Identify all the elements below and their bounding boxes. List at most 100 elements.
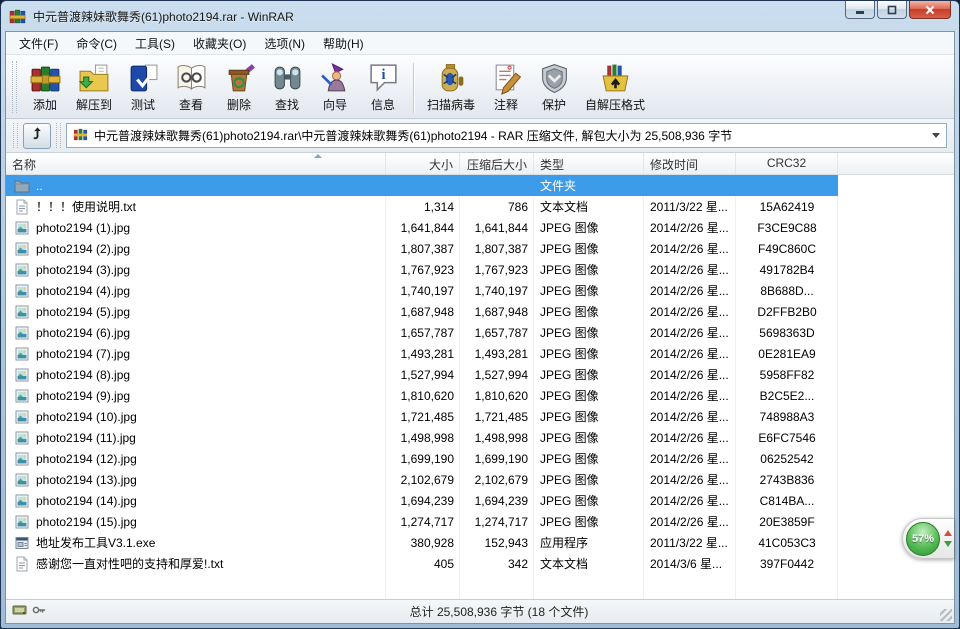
file-row-13[interactable]: photo2194 (12).jpg1,699,1901,699,190JPEG… bbox=[6, 448, 838, 469]
file-row-10[interactable]: photo2194 (9).jpg1,810,6201,810,620JPEG … bbox=[6, 385, 838, 406]
jpeg-file-icon bbox=[14, 514, 30, 530]
floating-speed-ball-widget[interactable]: 57% bbox=[902, 518, 954, 559]
toolbar-button-label: 信息 bbox=[371, 96, 395, 113]
file-row-6[interactable]: photo2194 (5).jpg1,687,9481,687,948JPEG … bbox=[6, 301, 838, 322]
file-row-18[interactable]: 感谢您一直对性吧的支持和厚爱!.txt405342文本文档2014/3/6 星.… bbox=[6, 553, 838, 574]
file-crc-cell: 397F0442 bbox=[736, 557, 838, 571]
file-crc-cell: 41C053C3 bbox=[736, 536, 838, 550]
toolbar-button-sfx[interactable]: 自解压格式 bbox=[578, 59, 652, 115]
file-size-cell: 1,767,923 bbox=[386, 263, 460, 277]
file-row-5[interactable]: photo2194 (4).jpg1,740,1971,740,197JPEG … bbox=[6, 280, 838, 301]
toolbar-button-virus-scan[interactable]: 扫描病毒 bbox=[420, 59, 482, 115]
column-header-4[interactable]: 修改时间 bbox=[644, 153, 736, 174]
jpeg-file-icon bbox=[14, 220, 30, 236]
column-header-3[interactable]: 类型 bbox=[534, 153, 644, 174]
file-type-cell: 文件夹 bbox=[534, 177, 644, 194]
file-row-0[interactable]: ..文件夹 bbox=[6, 175, 838, 196]
file-row-4[interactable]: photo2194 (3).jpg1,767,9231,767,923JPEG … bbox=[6, 259, 838, 280]
file-packed-cell: 1,527,994 bbox=[460, 368, 534, 382]
file-size-cell: 1,807,387 bbox=[386, 242, 460, 256]
file-row-9[interactable]: photo2194 (8).jpg1,527,9941,527,994JPEG … bbox=[6, 364, 838, 385]
toolbar-button-delete[interactable]: 删除 bbox=[215, 59, 263, 115]
menu-item-2[interactable]: 工具(S) bbox=[126, 32, 184, 55]
toolbar-button-info[interactable]: i信息 bbox=[359, 59, 407, 115]
jpeg-file-icon bbox=[14, 346, 30, 362]
file-name-cell: photo2194 (2).jpg bbox=[6, 241, 386, 257]
file-row-12[interactable]: photo2194 (11).jpg1,498,9981,498,998JPEG… bbox=[6, 427, 838, 448]
toolbar-button-label: 查找 bbox=[275, 96, 299, 113]
file-modified-cell: 2014/2/26 星... bbox=[644, 513, 736, 530]
file-size-cell: 1,721,485 bbox=[386, 410, 460, 424]
file-size-cell: 2,102,679 bbox=[386, 473, 460, 487]
title-bar[interactable]: 中元普渡辣妹歌舞秀(61)photo2194.rar - WinRAR bbox=[1, 1, 959, 31]
column-header-0[interactable]: 名称 bbox=[6, 153, 386, 174]
toolbar-button-label: 保护 bbox=[542, 96, 566, 113]
archive-path-combobox[interactable]: 中元普渡辣妹歌舞秀(61)photo2194.rar\中元普渡辣妹歌舞秀(61)… bbox=[66, 123, 947, 148]
file-row-15[interactable]: photo2194 (14).jpg1,694,2391,694,239JPEG… bbox=[6, 490, 838, 511]
chevron-down-icon[interactable] bbox=[932, 133, 940, 138]
up-one-level-button[interactable] bbox=[23, 123, 51, 149]
file-row-16[interactable]: photo2194 (15).jpg1,274,7171,274,717JPEG… bbox=[6, 511, 838, 532]
toolbar-button-protect[interactable]: 保护 bbox=[530, 59, 578, 115]
file-row-11[interactable]: photo2194 (10).jpg1,721,4851,721,485JPEG… bbox=[6, 406, 838, 427]
file-row-3[interactable]: photo2194 (2).jpg1,807,3871,807,387JPEG … bbox=[6, 238, 838, 259]
menu-item-3[interactable]: 收藏夹(O) bbox=[184, 32, 255, 55]
toolbar-button-extract-to[interactable]: 解压到 bbox=[69, 59, 119, 115]
file-row-7[interactable]: photo2194 (6).jpg1,657,7871,657,787JPEG … bbox=[6, 322, 838, 343]
percent-ball[interactable]: 57% bbox=[906, 522, 940, 556]
toolbar-button-test-archive[interactable]: 测试 bbox=[119, 59, 167, 115]
menu-item-5[interactable]: 帮助(H) bbox=[314, 32, 373, 55]
delete-icon bbox=[223, 62, 256, 95]
drive-icon[interactable] bbox=[12, 602, 31, 621]
file-modified-cell: 2014/2/26 星... bbox=[644, 387, 736, 404]
toolbar-button-find[interactable]: 查找 bbox=[263, 59, 311, 115]
toolbar-button-add-archive[interactable]: 添加 bbox=[21, 59, 69, 115]
file-modified-cell: 2014/2/26 星... bbox=[644, 324, 736, 341]
text-file-icon bbox=[14, 556, 30, 572]
file-list: 名称大小压缩后大小类型修改时间CRC32 ..文件夹！！！使用说明.txt1,3… bbox=[6, 153, 954, 599]
file-size-cell: 1,314 bbox=[386, 200, 460, 214]
column-header-5[interactable]: CRC32 bbox=[736, 153, 838, 174]
file-packed-cell: 1,657,787 bbox=[460, 326, 534, 340]
file-row-1[interactable]: ！！！使用说明.txt1,314786文本文档2011/3/22 星...15A… bbox=[6, 196, 838, 217]
file-name-cell: photo2194 (7).jpg bbox=[6, 346, 386, 362]
file-row-2[interactable]: photo2194 (1).jpg1,641,8441,641,844JPEG … bbox=[6, 217, 838, 238]
download-arrow-icon bbox=[944, 541, 952, 547]
menu-item-4[interactable]: 选项(N) bbox=[255, 32, 314, 55]
file-row-14[interactable]: photo2194 (13).jpg2,102,6792,102,679JPEG… bbox=[6, 469, 838, 490]
text-file-icon bbox=[14, 199, 30, 215]
jpeg-file-icon bbox=[14, 409, 30, 425]
archive-path-text: 中元普渡辣妹歌舞秀(61)photo2194.rar\中元普渡辣妹歌舞秀(61)… bbox=[94, 127, 732, 144]
file-packed-cell: 1,767,923 bbox=[460, 263, 534, 277]
toolbar-button-wizard[interactable]: 向导 bbox=[311, 59, 359, 115]
file-crc-cell: 748988A3 bbox=[736, 410, 838, 424]
file-row-17[interactable]: 地址发布工具V3.1.exe380,928152,943应用程序2011/3/2… bbox=[6, 532, 838, 553]
file-name-cell: photo2194 (5).jpg bbox=[6, 304, 386, 320]
menu-item-1[interactable]: 命令(C) bbox=[67, 32, 126, 55]
menu-item-0[interactable]: 文件(F) bbox=[10, 32, 67, 55]
resize-grip[interactable] bbox=[940, 609, 952, 621]
column-header-1[interactable]: 大小 bbox=[386, 153, 460, 174]
close-button[interactable] bbox=[909, 1, 951, 19]
toolbar-button-comment[interactable]: 注释 bbox=[482, 59, 530, 115]
file-name-cell: ！！！使用说明.txt bbox=[6, 198, 386, 215]
file-row-8[interactable]: photo2194 (7).jpg1,493,2811,493,281JPEG … bbox=[6, 343, 838, 364]
file-packed-cell: 342 bbox=[460, 557, 534, 571]
column-header-2[interactable]: 压缩后大小 bbox=[460, 153, 534, 174]
jpeg-file-icon bbox=[14, 325, 30, 341]
file-size-cell: 1,657,787 bbox=[386, 326, 460, 340]
file-packed-cell: 1,694,239 bbox=[460, 494, 534, 508]
file-size-cell: 1,274,717 bbox=[386, 515, 460, 529]
minimize-button[interactable] bbox=[845, 1, 875, 19]
file-name-text: photo2194 (14).jpg bbox=[36, 494, 137, 508]
file-crc-cell: 06252542 bbox=[736, 452, 838, 466]
file-type-cell: JPEG 图像 bbox=[534, 429, 644, 446]
file-modified-cell: 2014/2/26 星... bbox=[644, 261, 736, 278]
toolbar-button-view-file[interactable]: 查看 bbox=[167, 59, 215, 115]
file-packed-cell: 1,687,948 bbox=[460, 305, 534, 319]
upload-arrow-icon bbox=[944, 530, 952, 536]
maximize-button[interactable] bbox=[877, 1, 907, 19]
key-icon[interactable] bbox=[31, 602, 50, 621]
file-modified-cell: 2014/2/26 星... bbox=[644, 492, 736, 509]
virus-scan-icon bbox=[435, 62, 468, 95]
